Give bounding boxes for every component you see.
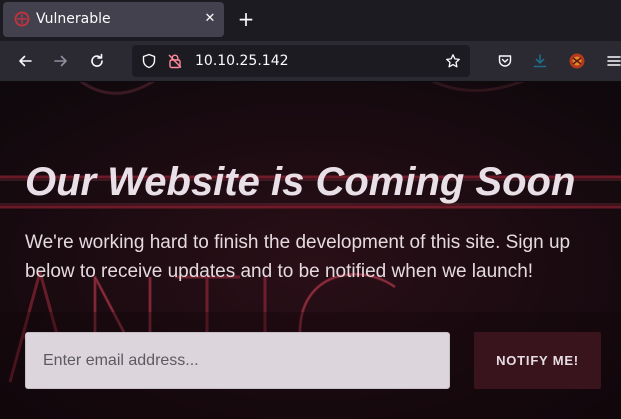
page-content: Our Website is Coming Soon We're working… xyxy=(0,82,621,419)
url-text[interactable]: 10.10.25.142 xyxy=(195,52,289,70)
favicon-icon xyxy=(14,11,30,27)
address-bar[interactable]: 10.10.25.142 xyxy=(132,45,470,77)
download-icon[interactable] xyxy=(528,49,552,73)
forward-arrow-icon[interactable] xyxy=(49,49,73,73)
reload-icon[interactable] xyxy=(85,49,109,73)
page-headline: Our Website is Coming Soon xyxy=(25,160,576,204)
new-tab-icon[interactable]: + xyxy=(236,9,256,29)
tab-strip: Vulnerable ✕ + xyxy=(0,0,621,41)
star-icon[interactable] xyxy=(445,53,461,69)
shield-icon[interactable] xyxy=(141,53,157,69)
email-field[interactable] xyxy=(25,332,450,389)
back-arrow-icon[interactable] xyxy=(13,49,37,73)
navigation-toolbar: 10.10.25.142 xyxy=(0,41,621,82)
extension-icon[interactable] xyxy=(565,49,589,73)
notify-me-button[interactable]: NOTIFY ME! xyxy=(474,332,601,389)
page-subtext: We're working hard to finish the develop… xyxy=(25,232,571,282)
tab-title: Vulnerable xyxy=(36,11,111,27)
menu-icon[interactable] xyxy=(602,49,621,73)
pocket-icon[interactable] xyxy=(493,49,517,73)
lock-icon[interactable] xyxy=(167,53,183,69)
active-tab[interactable]: Vulnerable ✕ xyxy=(3,2,224,37)
close-tab-icon[interactable]: ✕ xyxy=(201,10,219,28)
